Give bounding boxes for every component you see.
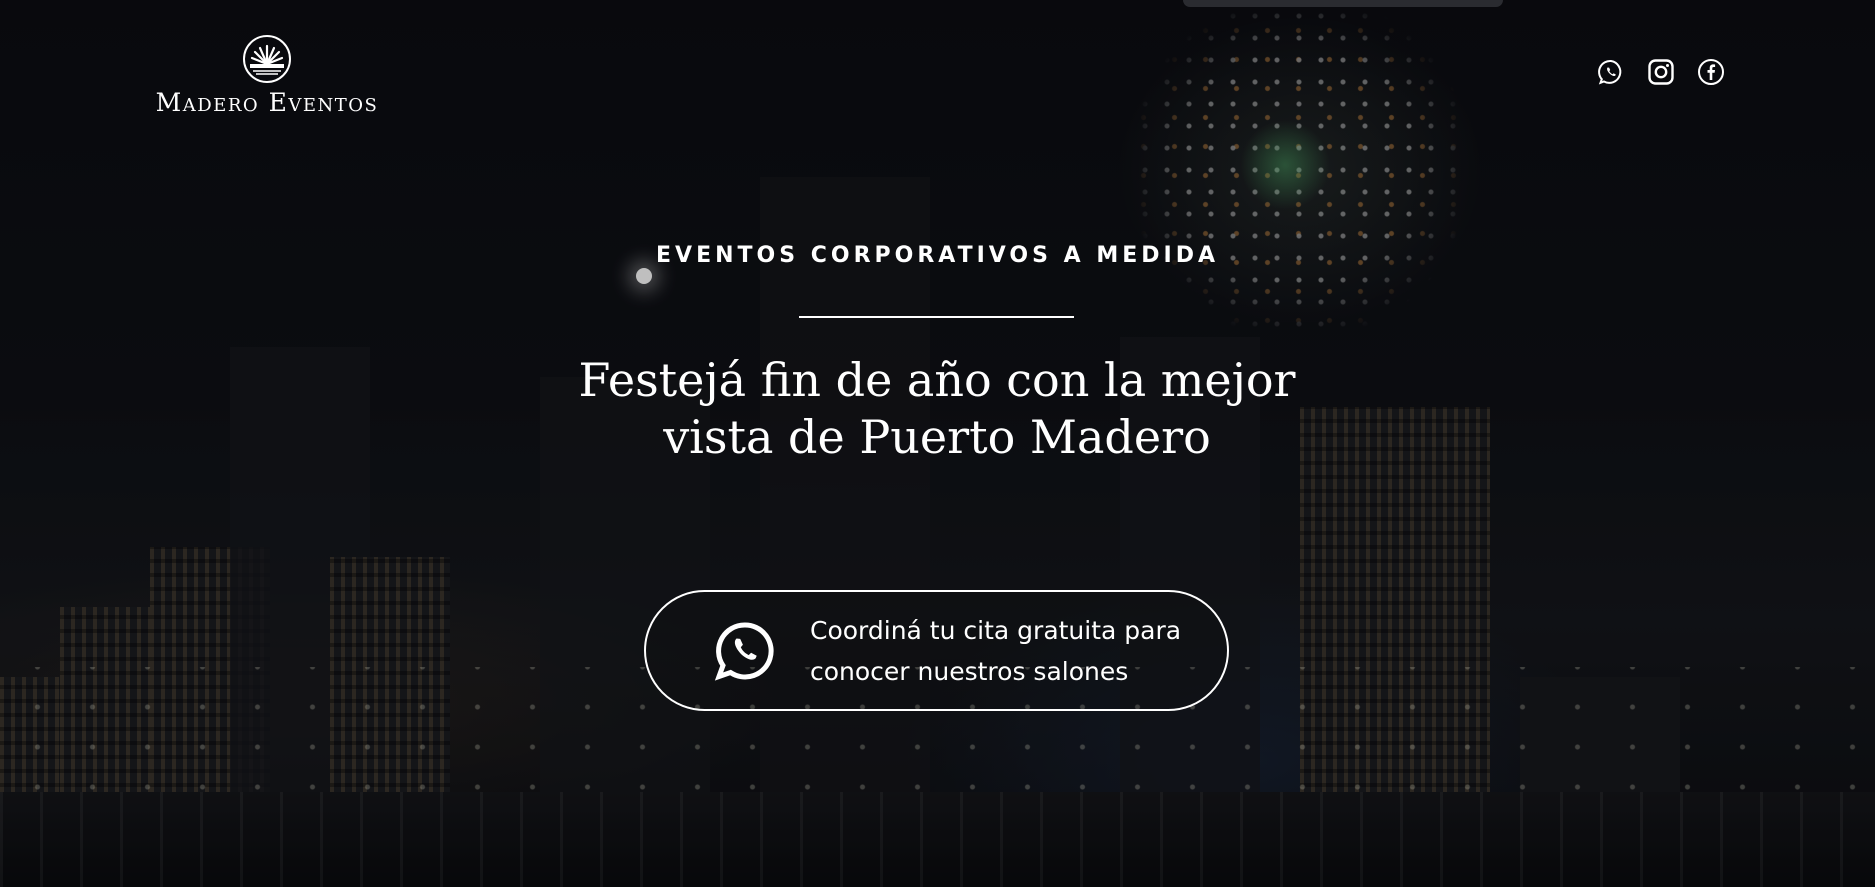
sunrise-logo-icon bbox=[243, 35, 291, 83]
top-tab-handle bbox=[1183, 0, 1503, 7]
cta-icon-wrap bbox=[714, 620, 776, 682]
hero-headline: Festejá fin de año con la mejor vista de… bbox=[537, 352, 1337, 466]
hero-kicker: EVENTOS CORPORATIVOS A MEDIDA bbox=[656, 243, 1219, 268]
cta-label-line1: Coordiná tu cita gratuita para bbox=[810, 615, 1182, 645]
brand-name: Madero Eventos bbox=[155, 88, 379, 117]
instagram-link[interactable] bbox=[1647, 58, 1675, 86]
facebook-icon bbox=[1698, 59, 1724, 85]
facebook-link[interactable] bbox=[1697, 58, 1725, 86]
hero-section: Madero Eventos EVENTOS CORPORATIVOS A ME… bbox=[0, 0, 1875, 887]
whatsapp-appointment-button[interactable]: Coordiná tu cita gratuita para conocer n… bbox=[644, 590, 1229, 711]
whatsapp-icon bbox=[714, 621, 774, 681]
instagram-icon bbox=[1648, 59, 1674, 85]
whatsapp-icon bbox=[1598, 59, 1622, 85]
social-links bbox=[1597, 58, 1725, 86]
cta-label-line2: conocer nuestros salones bbox=[810, 656, 1129, 686]
hero-headline-line1: Festejá fin de año con la mejor bbox=[578, 353, 1296, 407]
cta-label: Coordiná tu cita gratuita para conocer n… bbox=[810, 610, 1190, 692]
hero-headline-line2: vista de Puerto Madero bbox=[663, 410, 1211, 464]
brand-logo[interactable]: Madero Eventos bbox=[132, 34, 402, 117]
hero-divider bbox=[799, 316, 1074, 318]
whatsapp-link[interactable] bbox=[1597, 58, 1625, 86]
